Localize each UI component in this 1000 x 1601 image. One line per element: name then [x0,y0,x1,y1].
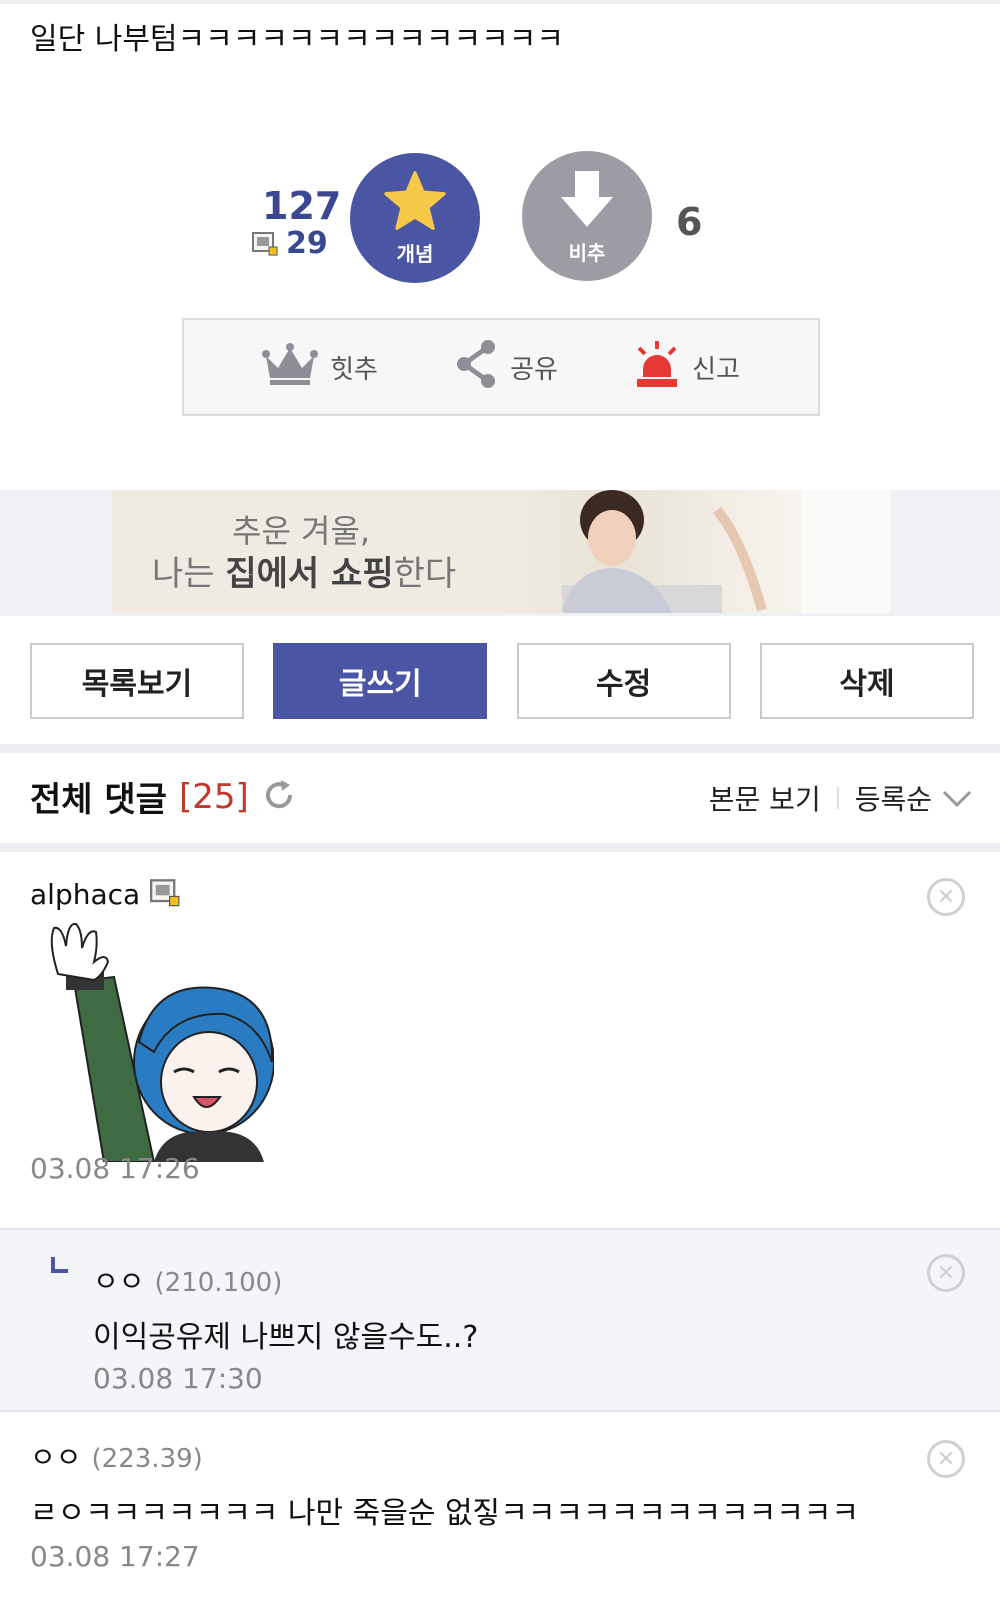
post-button-row: 목록보기 글쓰기 수정 삭제 [30,643,974,719]
comment-header-controls: 본문 보기 등록순 [709,778,972,818]
share-icon [454,339,498,396]
edit-button[interactable]: 수정 [516,643,731,719]
comment-text: 이익공유제 나쁘지 않을수도..? [93,1320,479,1355]
ad-photo: i [502,490,890,613]
comment-nickname[interactable]: alphaca [30,878,140,911]
fixed-upvote: 29 [252,226,328,261]
write-button[interactable]: 글쓰기 [273,643,488,719]
sort-label: 등록순 [854,783,932,816]
section-divider [0,744,1000,753]
crown-icon [262,342,319,393]
sort-select[interactable]: 등록순 [855,778,972,818]
ad-subline: 나는 집에서 쇼핑한다 [152,554,457,594]
upvote-count: 127 [262,184,342,228]
report-label: 신고 [692,354,740,385]
comment-nickname[interactable]: ㅇㅇ [30,1436,82,1476]
fixed-upvote-count: 29 [286,226,328,261]
top-divider [0,0,1000,4]
star-icon [382,170,448,236]
refresh-icon[interactable] [261,777,297,817]
arrow-down-icon [557,167,617,235]
downvote-count: 6 [676,200,703,244]
post-action-bar: 힛추 공유 신고 [182,318,820,416]
ad-banner[interactable]: 추운 겨울, 나는 집에서 쇼핑한다 i [112,490,890,613]
list-button[interactable]: 목록보기 [30,643,244,719]
post-body-text: 일단 나부텀ㅋㅋㅋㅋㅋㅋㅋㅋㅋㅋㅋㅋㅋㅋ [30,22,564,57]
delete-comment-icon[interactable]: ✕ [927,878,965,916]
comment-ip: (223.39) [91,1444,203,1474]
fixed-user-icon [150,878,180,911]
delete-button[interactable]: 삭제 [759,643,974,719]
delete-comment-icon[interactable]: ✕ [927,1440,965,1478]
reply-arrow-icon [50,1256,70,1280]
fixed-user-icon [252,231,278,256]
comment-text: ㄹㅇㅋㅋㅋㅋㅋㅋㅋ 나만 죽을순 없짛ㅋㅋㅋㅋㅋㅋㅋㅋㅋㅋㅋㅋㅋ [30,1496,860,1531]
siren-icon [634,339,680,396]
comment-ip: (210.100) [154,1268,283,1298]
delete-comment-icon[interactable]: ✕ [927,1254,965,1292]
header-divider [836,787,839,809]
upvote-label: 개념 [396,241,434,266]
comment-top-divider [0,843,1000,852]
share-label: 공유 [510,354,558,385]
comment-header: 전체 댓글 [25] [30,772,297,821]
chevron-down-icon [942,782,972,815]
comment-nickname[interactable]: ㅇㅇ [93,1260,145,1300]
reply-item: ㅇㅇ (210.100) 이익공유제 나쁘지 않을수도..? 03.08 17:… [0,1228,1000,1412]
share-button[interactable]: 공유 [454,339,558,396]
comment-date: 03.08 17:30 [93,1362,263,1395]
report-button[interactable]: 신고 [634,339,740,396]
downvote-label: 비추 [568,240,606,265]
comment-sticker-image [44,922,275,1166]
comment-title: 전체 댓글 [30,780,167,820]
view-body-link[interactable]: 본문 보기 [709,778,821,818]
hit-recommend-button[interactable]: 힛추 [262,342,378,393]
hit-recommend-label: 힛추 [330,354,378,385]
downvote-button[interactable]: 비추 [522,151,652,281]
comment-count: [25] [178,776,249,817]
comment-date: 03.08 17:26 [30,1152,200,1185]
comment-item: ㅇㅇ (223.39) ㄹㅇㅋㅋㅋㅋㅋㅋㅋ 나만 죽을순 없짛ㅋㅋㅋㅋㅋㅋㅋㅋㅋ… [0,1412,1000,1601]
comment-date: 03.08 17:27 [30,1540,200,1573]
comment-item: alphaca 03.08 17:26 ✕ [0,852,1000,1230]
upvote-button[interactable]: 개념 [350,153,480,283]
